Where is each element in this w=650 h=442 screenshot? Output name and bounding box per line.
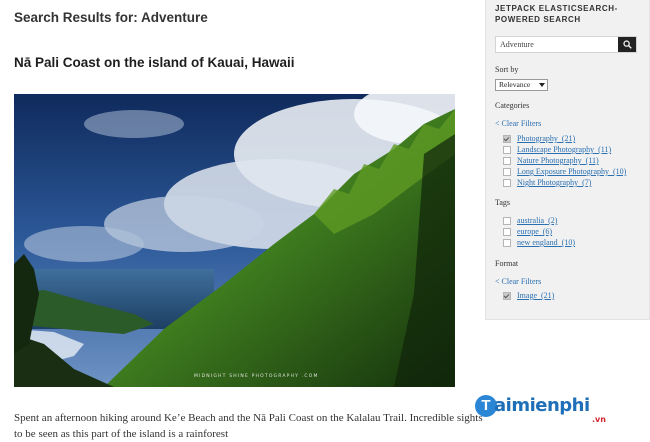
widget-title-line-2: POWERED SEARCH xyxy=(495,15,581,24)
watermark-text: aimienphi xyxy=(494,395,590,416)
post-title-link[interactable]: Nā Pali Coast on the island of Kauai, Ha… xyxy=(14,55,295,70)
checkbox[interactable] xyxy=(503,168,511,176)
categories-label: Categories xyxy=(495,101,530,110)
sort-select-value: Relevance xyxy=(499,80,531,89)
filter-link[interactable]: new england (10) xyxy=(517,238,575,247)
photo-credit-watermark: MIDNIGHT SHINE PHOTOGRAPHY .COM xyxy=(194,374,319,379)
format-clear-filters-link[interactable]: < Clear Filters xyxy=(495,277,541,286)
search-button[interactable] xyxy=(618,37,636,52)
main-content: Search Results for: Adventure Nā Pali Co… xyxy=(0,0,483,440)
sort-by-label: Sort by xyxy=(495,65,519,74)
format-label: Format xyxy=(495,259,519,268)
chevron-down-icon xyxy=(539,83,545,87)
filter-label: Landscape Photography xyxy=(517,145,595,154)
filter-link[interactable]: europe (6) xyxy=(517,227,552,236)
filter-label: australia xyxy=(517,216,545,225)
checkbox-checked[interactable] xyxy=(503,135,511,143)
widget-title: JETPACK ELASTICSEARCH- POWERED SEARCH xyxy=(495,3,618,25)
search-form xyxy=(495,36,637,53)
tags-label: Tags xyxy=(495,198,510,207)
filter-link[interactable]: australia (2) xyxy=(517,216,557,225)
checkbox[interactable] xyxy=(503,217,511,225)
search-sidebar: JETPACK ELASTICSEARCH- POWERED SEARCH So… xyxy=(485,0,650,320)
filter-count: (21) xyxy=(561,134,576,143)
checkbox-checked[interactable] xyxy=(503,292,511,300)
watermark-suffix: .vn xyxy=(592,415,606,424)
filter-count: (2) xyxy=(548,216,558,225)
filter-count: (7) xyxy=(582,178,592,187)
category-filter-night-photography[interactable]: Night Photography (7) xyxy=(503,178,591,187)
checkbox[interactable] xyxy=(503,239,511,247)
checkbox[interactable] xyxy=(503,228,511,236)
filter-link[interactable]: Landscape Photography (11) xyxy=(517,145,611,154)
filter-label: Long Exposure Photography xyxy=(517,167,609,176)
tag-filter-new-england[interactable]: new england (10) xyxy=(503,238,575,247)
checkbox[interactable] xyxy=(503,179,511,187)
filter-label: Photography xyxy=(517,134,558,143)
filter-label: Night Photography xyxy=(517,178,579,187)
search-results-heading: Search Results for: Adventure xyxy=(14,10,208,25)
filter-link[interactable]: Night Photography (7) xyxy=(517,178,591,187)
filter-link[interactable]: Photography (21) xyxy=(517,134,575,143)
category-filter-landscape-photography[interactable]: Landscape Photography (11) xyxy=(503,145,611,154)
site-watermark-logo: T aimienphi .vn xyxy=(475,395,640,435)
tag-filter-australia[interactable]: australia (2) xyxy=(503,216,557,225)
filter-link[interactable]: Image (21) xyxy=(517,291,554,300)
filter-count: (21) xyxy=(541,291,555,300)
post-excerpt: Spent an afternoon hiking around Ke’e Be… xyxy=(14,412,483,440)
filter-link[interactable]: Nature Photography (11) xyxy=(517,156,599,165)
tag-filter-europe[interactable]: europe (6) xyxy=(503,227,552,236)
sort-select[interactable]: Relevance xyxy=(495,79,548,91)
filter-count: (11) xyxy=(598,145,612,154)
category-filter-nature-photography[interactable]: Nature Photography (11) xyxy=(503,156,599,165)
filter-count: (6) xyxy=(542,227,553,236)
post-featured-image[interactable]: MIDNIGHT SHINE PHOTOGRAPHY .COM xyxy=(14,94,455,387)
filter-count: (10) xyxy=(613,167,627,176)
filter-count: (10) xyxy=(561,238,575,247)
coast-photo-graphic xyxy=(14,94,455,387)
search-input[interactable] xyxy=(496,37,616,52)
categories-clear-filters-link[interactable]: < Clear Filters xyxy=(495,119,541,128)
filter-count: (11) xyxy=(585,156,599,165)
filter-label: europe xyxy=(517,227,539,236)
category-filter-photography[interactable]: Photography (21) xyxy=(503,134,575,143)
checkbox[interactable] xyxy=(503,157,511,165)
category-filter-long-exposure-photography[interactable]: Long Exposure Photography (10) xyxy=(503,167,626,176)
filter-link[interactable]: Long Exposure Photography (10) xyxy=(517,167,626,176)
filter-label: Nature Photography xyxy=(517,156,582,165)
filter-label: new england xyxy=(517,238,558,247)
search-icon xyxy=(623,40,632,49)
checkbox[interactable] xyxy=(503,146,511,154)
filter-label: Image xyxy=(517,291,537,300)
widget-title-line-1: JETPACK ELASTICSEARCH- xyxy=(495,4,618,13)
format-filter-image[interactable]: Image (21) xyxy=(503,291,554,300)
